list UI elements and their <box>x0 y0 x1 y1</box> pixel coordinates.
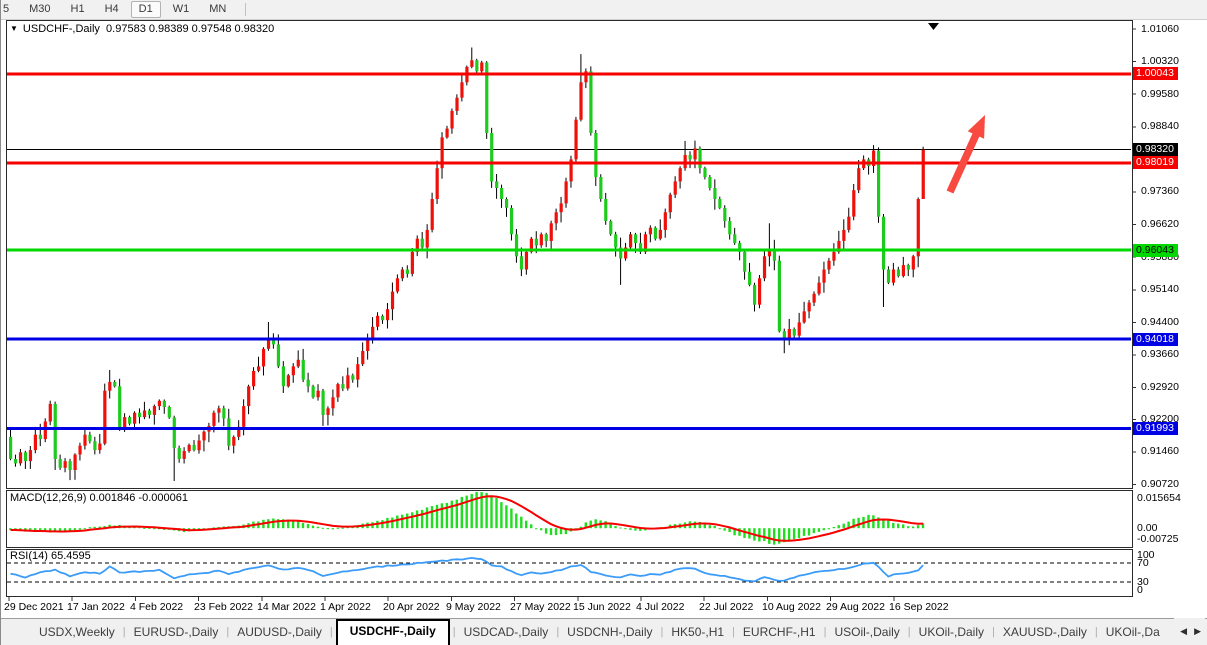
price-axis-tick: 0.94400 <box>1141 316 1203 329</box>
price-axis-tick: 0.93660 <box>1141 348 1203 361</box>
symbol-tab-eurchf-h1[interactable]: EURCHF-,H1 <box>735 621 824 645</box>
chart-title: ▼ USDCHF-,Daily 0.97583 0.98389 0.97548 0… <box>10 23 274 35</box>
symbol-tab-usdcad-daily[interactable]: USDCAD-,Daily <box>456 621 557 645</box>
tab-scroll-right-icon[interactable]: ▶ <box>1194 626 1201 637</box>
timeframe-toolbar: 5M30 H1H4D1W1MN <box>1 0 1207 20</box>
price-level-label: 0.98320 <box>1133 143 1178 156</box>
date-axis-label: 29 Dec 2021 <box>4 601 64 613</box>
price-level-label: 1.00043 <box>1133 67 1178 80</box>
symbol-tab-usoil-daily[interactable]: USOil-,Daily <box>826 621 907 645</box>
date-axis-label: 4 Feb 2022 <box>130 601 183 613</box>
rsi-axis-0: 0 <box>1137 584 1143 596</box>
date-axis-label: 17 Jan 2022 <box>67 601 125 613</box>
date-axis-label: 15 Jun 2022 <box>573 601 631 613</box>
date-axis-label: 1 Apr 2022 <box>320 601 371 613</box>
price-axis-tick: 0.92920 <box>1141 381 1203 394</box>
date-axis-label: 29 Aug 2022 <box>826 601 885 613</box>
symbol-tab-eurusd-daily[interactable]: EURUSD-,Daily <box>126 621 227 645</box>
price-axis-tick: 0.91460 <box>1141 445 1203 458</box>
date-axis-label: 23 Feb 2022 <box>194 601 253 613</box>
symbol-tab-usdcnh-daily[interactable]: USDCNH-,Daily <box>559 621 660 645</box>
price-axis-tick: 0.98840 <box>1141 120 1203 133</box>
price-axis-tick: 0.95140 <box>1141 283 1203 296</box>
symbol-tab-audusd-daily[interactable]: AUDUSD-,Daily <box>229 621 330 645</box>
rsi-axis-70: 70 <box>1137 557 1149 569</box>
macd-axis-max: 0.015654 <box>1137 492 1181 504</box>
macd-axis-min: -0.00725 <box>1137 533 1178 545</box>
toolbar-divider <box>245 3 246 16</box>
date-axis-label: 22 Jul 2022 <box>699 601 753 613</box>
symbol-dropdown-icon[interactable]: ▼ <box>10 24 18 33</box>
date-axis-label: 10 Aug 2022 <box>762 601 821 613</box>
terminal-window: 5M30 H1H4D1W1MN ▼ USDCHF-,Daily 0.97583 0.… <box>0 0 1207 645</box>
symbol-tabbar: USDX,Weekly|EURUSD-,Daily|AUDUSD-,Daily|… <box>1 618 1207 645</box>
chart-canvas[interactable] <box>1 0 1207 620</box>
timeframe-button-w1[interactable]: W1 <box>165 1 198 18</box>
symbol-tab-hk50-h1[interactable]: HK50-,H1 <box>663 621 732 645</box>
price-level-label: 0.96043 <box>1133 244 1178 257</box>
price-axis-tick: 0.99580 <box>1141 88 1203 101</box>
date-axis-label: 14 Mar 2022 <box>257 601 316 613</box>
timeframe-button-5[interactable]: 5 <box>0 1 17 18</box>
price-axis-tick: 0.90720 <box>1141 478 1203 491</box>
date-axis-label: 4 Jul 2022 <box>636 601 684 613</box>
symbol-tab-usdx-weekly[interactable]: USDX,Weekly <box>31 621 123 645</box>
chart-symbol-label: USDCHF-,Daily <box>23 23 100 35</box>
price-axis-tick: 0.97360 <box>1141 185 1203 198</box>
symbol-tab-usdchf-daily[interactable]: USDCHF-,Daily <box>336 619 450 645</box>
tab-scroll-controls: ◀ ▶ <box>1174 618 1205 645</box>
date-axis-label: 16 Sep 2022 <box>889 601 949 613</box>
price-level-label: 0.98019 <box>1133 156 1178 169</box>
symbol-tab-xauusd-daily[interactable]: XAUUSD-,Daily <box>995 621 1095 645</box>
price-axis-tick: 1.01060 <box>1141 23 1203 36</box>
price-level-label: 0.94018 <box>1133 333 1178 346</box>
tab-divider: | <box>330 626 333 645</box>
tab-scroll-left-icon[interactable]: ◀ <box>1180 626 1187 637</box>
date-axis-label: 27 May 2022 <box>510 601 571 613</box>
chart-ohlc-values: 0.97583 0.98389 0.97548 0.98320 <box>106 23 274 35</box>
date-axis-label: 20 Apr 2022 <box>383 601 440 613</box>
symbol-tab-ukoil-daily[interactable]: UKOil-,Daily <box>911 621 992 645</box>
rsi-pane[interactable] <box>7 550 1133 597</box>
timeframe-button-d1[interactable]: D1 <box>131 1 161 18</box>
price-axis-tick: 0.96620 <box>1141 218 1203 231</box>
timeframe-button-m30[interactable]: M30 <box>21 1 58 18</box>
timeframe-button-mn[interactable]: MN <box>201 1 234 18</box>
timeframe-button-h4[interactable]: H4 <box>97 1 127 18</box>
macd-indicator-label: MACD(12,26,9) 0.001846 -0.000061 <box>10 492 188 504</box>
rsi-indicator-label: RSI(14) 65.4595 <box>10 550 91 562</box>
timeframe-button-h1[interactable]: H1 <box>63 1 93 18</box>
symbol-tab-ukoil-da[interactable]: UKOil-,Da <box>1098 621 1168 645</box>
price-level-label: 0.91993 <box>1133 422 1178 435</box>
date-axis-label: 9 May 2022 <box>446 601 501 613</box>
